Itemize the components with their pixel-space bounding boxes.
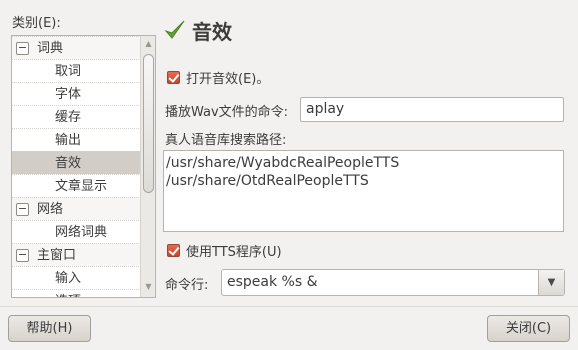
tree-group-dictionary[interactable]: − 词典 <box>12 36 141 59</box>
category-label: 类别(E): <box>12 16 61 31</box>
tree-item-scan[interactable]: 取词 <box>12 59 141 82</box>
tree-item-label: 输入 <box>55 271 82 286</box>
tree-item-cache[interactable]: 缓存 <box>12 105 141 128</box>
dropdown-arrow-icon[interactable]: ▼ <box>538 270 564 295</box>
command-line-label: 命令行: <box>165 278 209 293</box>
tree-item-input[interactable]: 输入 <box>12 266 141 289</box>
wav-command-label: 播放Wav文件的命令: <box>165 105 289 120</box>
scroll-up-arrow-icon[interactable]: ▲ <box>144 39 153 48</box>
tts-path-line: /usr/share/OtdRealPeopleTTS <box>166 173 369 189</box>
tree-item-article-display[interactable]: 文章显示 <box>12 174 141 197</box>
use-tts-label[interactable]: 使用TTS程序(U) <box>186 241 282 260</box>
divider <box>0 306 578 307</box>
tree-item-label: 主窗口 <box>37 248 77 263</box>
enable-sound-checkbox[interactable] <box>167 71 180 84</box>
tree-group-main-window[interactable]: − 主窗口 <box>12 243 141 266</box>
collapse-icon[interactable]: − <box>16 249 29 262</box>
tree-item-label: 音效 <box>55 156 82 171</box>
category-tree[interactable]: − 词典 取词 字体 缓存 输出 音效 文章显示 − 网络 网络词典 − 主窗口… <box>11 35 156 298</box>
scroll-down-arrow-icon[interactable]: ▼ <box>144 282 153 291</box>
tree-item-output[interactable]: 输出 <box>12 128 141 151</box>
collapse-icon[interactable]: − <box>16 203 29 216</box>
tree-item-label: 网络 <box>37 202 64 217</box>
checkmark-icon <box>164 20 185 39</box>
tree-item-label: 词典 <box>37 41 64 56</box>
page-title: 音效 <box>192 20 232 44</box>
enable-sound-label[interactable]: 打开音效(E)。 <box>186 68 269 87</box>
collapse-icon[interactable]: − <box>16 42 29 55</box>
tree-item-label: 缓存 <box>55 110 82 125</box>
close-button[interactable]: 关闭(C) <box>487 315 570 342</box>
tree-item-label: 取词 <box>55 64 82 79</box>
tree-item-label: 选项 <box>55 290 81 297</box>
scroll-thumb[interactable] <box>143 54 154 193</box>
wav-command-input[interactable]: aplay <box>300 97 564 122</box>
tts-path-line: /usr/share/WyabdcRealPeopleTTS <box>166 155 400 171</box>
use-tts-checkbox[interactable] <box>167 244 180 257</box>
tts-path-label: 真人语音库搜索路径: <box>165 133 287 148</box>
tree-item-options[interactable]: 选项 <box>12 289 141 297</box>
tree-item-label: 字体 <box>55 87 82 102</box>
tree-scrollbar[interactable]: ▲ ▼ <box>140 36 155 297</box>
tts-path-textarea[interactable]: /usr/share/WyabdcRealPeopleTTS /usr/shar… <box>163 150 564 232</box>
tree-item-sound[interactable]: 音效 <box>12 151 141 174</box>
tree-group-network[interactable]: − 网络 <box>12 197 141 220</box>
command-line-value[interactable]: espeak %s & <box>227 274 318 290</box>
tree-item-font[interactable]: 字体 <box>12 82 141 105</box>
command-line-combobox[interactable]: espeak %s & ▼ <box>221 269 565 296</box>
tree-item-label: 输出 <box>55 133 82 148</box>
help-button[interactable]: 帮助(H) <box>8 315 91 342</box>
tree-item-label: 网络词典 <box>55 225 108 240</box>
tree-item-network-dict[interactable]: 网络词典 <box>12 220 141 243</box>
tree-item-label: 文章显示 <box>55 179 108 194</box>
